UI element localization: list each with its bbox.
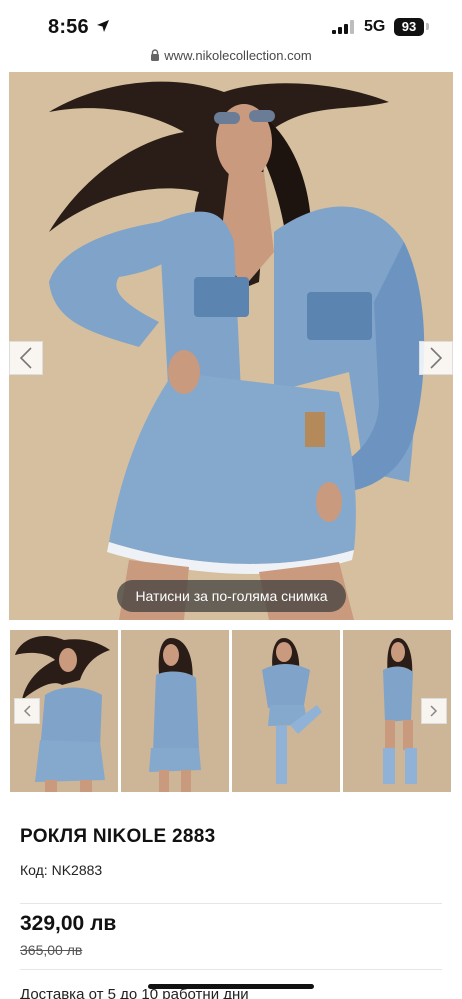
network-type: 5G (364, 18, 386, 35)
address-bar[interactable]: www.nikolecollection.com (0, 48, 462, 70)
product-main-image[interactable]: Натисни за по-голяма снимка (9, 72, 453, 620)
product-code: Код: NK2883 (20, 862, 103, 878)
battery-indicator: 93 (394, 18, 424, 36)
divider (20, 903, 442, 904)
home-indicator[interactable] (148, 984, 314, 989)
thumbnail-1[interactable] (10, 630, 118, 792)
next-image-button[interactable] (419, 341, 453, 375)
thumbnail-4[interactable] (343, 630, 451, 792)
signal-icon (332, 20, 354, 34)
location-arrow-icon (97, 20, 109, 32)
thumbnails-next-button[interactable] (421, 698, 447, 724)
thumbnail-2[interactable] (121, 630, 229, 792)
url-text: www.nikolecollection.com (164, 48, 312, 63)
chevron-left-icon (23, 705, 31, 717)
battery-tip (426, 23, 429, 30)
lock-icon (151, 49, 160, 61)
status-time: 8:56 (48, 16, 89, 38)
old-price: 365,00 лв (20, 942, 83, 958)
current-price: 329,00 лв (20, 912, 117, 935)
chevron-right-icon (430, 347, 443, 369)
product-title: РОКЛЯ NIKOLE 2883 (20, 826, 216, 847)
status-bar: 8:56 5G 93 (0, 0, 462, 52)
chevron-right-icon (430, 705, 438, 717)
chevron-left-icon (19, 347, 32, 369)
thumbnail-strip (10, 630, 452, 792)
divider (20, 969, 442, 970)
previous-image-button[interactable] (9, 341, 43, 375)
thumbnail-photo (232, 630, 340, 792)
thumbnail-3[interactable] (232, 630, 340, 792)
enlarge-image-caption[interactable]: Натисни за по-голяма снимка (117, 580, 346, 612)
thumbnails-previous-button[interactable] (14, 698, 40, 724)
model-photo (9, 72, 453, 620)
thumbnail-photo (121, 630, 229, 792)
